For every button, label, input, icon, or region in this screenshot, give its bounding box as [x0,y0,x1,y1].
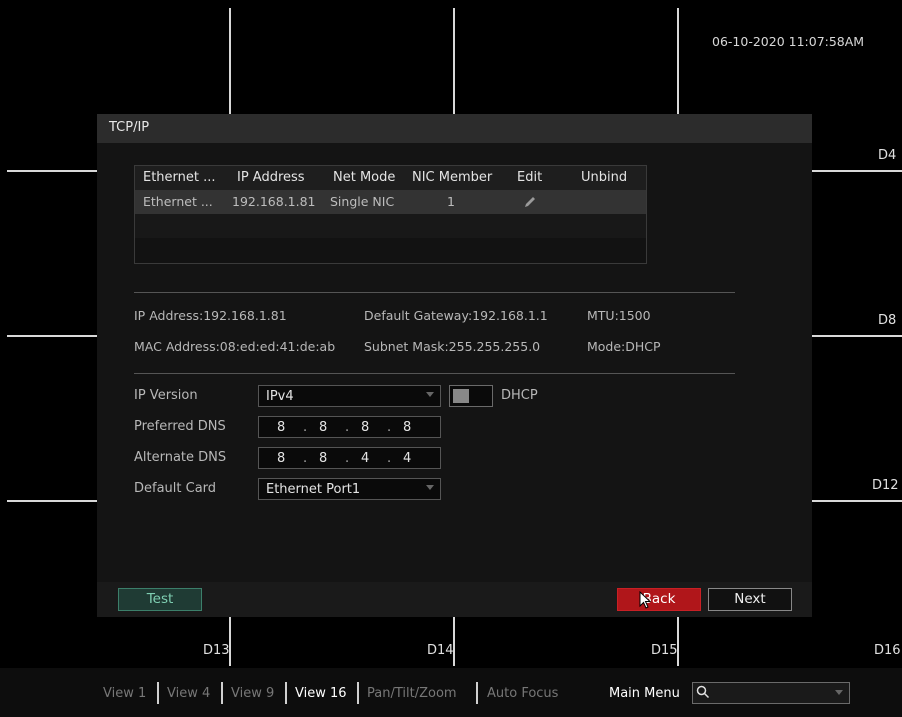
timestamp: 06-10-2020 11:07:58AM [712,34,865,49]
col-header-net-mode[interactable]: Net Mode [333,170,395,185]
ip-dot: . [303,451,308,466]
divider [134,292,735,293]
ip-version-select[interactable]: IPv4 [258,385,441,407]
next-button[interactable]: Next [708,588,792,611]
info-mac-address: MAC Address:08:ed:ed:41:de:ab [134,339,336,354]
ip-octet: 8 [361,420,370,435]
test-button[interactable]: Test [118,588,202,611]
toolbar-separator [357,682,359,704]
chevron-down-icon [426,392,434,397]
view-16-button[interactable]: View 16 [295,686,347,701]
dialog-title-bar: TCP/IP [97,114,812,143]
channel-label-d8: D8 [878,313,897,328]
back-button[interactable]: Back [617,588,701,611]
col-header-ethernet[interactable]: Ethernet ... [143,170,216,185]
default-card-value: Ethernet Port1 [266,482,361,497]
toolbar-separator [476,682,478,704]
ip-dot: . [387,451,392,466]
view-4-button[interactable]: View 4 [167,686,210,701]
info-default-gateway: Default Gateway:192.168.1.1 [364,308,548,323]
ip-dot: . [345,451,350,466]
pencil-icon[interactable] [523,195,537,212]
col-header-nic-member[interactable]: NIC Member [412,170,492,185]
alternate-dns-label: Alternate DNS [134,450,227,465]
cell-nic-member: 1 [447,194,455,209]
tcpip-dialog: TCP/IP Ethernet ... IP Address Net Mode … [97,114,812,617]
dhcp-label: DHCP [501,388,538,403]
col-header-edit: Edit [517,170,543,185]
channel-label-d16: D16 [874,643,901,658]
ip-dot: . [387,420,392,435]
ip-version-value: IPv4 [266,389,294,404]
ip-octet: 8 [319,420,328,435]
toolbar-separator [221,682,223,704]
table-row-empty [135,214,646,238]
chevron-down-icon [835,690,843,695]
dhcp-toggle[interactable] [449,385,493,407]
chevron-down-icon [426,485,434,490]
preferred-dns-label: Preferred DNS [134,419,226,434]
table-header: Ethernet ... IP Address Net Mode NIC Mem… [135,166,646,190]
cell-ethernet: Ethernet ... [143,194,213,209]
ip-octet: 8 [277,420,286,435]
main-menu-button[interactable]: Main Menu [609,686,680,701]
nic-table: Ethernet ... IP Address Net Mode NIC Mem… [134,165,647,264]
cell-net-mode: Single NIC [330,194,395,209]
channel-label-d14: D14 [427,643,454,658]
ip-dot: . [345,420,350,435]
toolbar-separator [157,682,159,704]
default-card-select[interactable]: Ethernet Port1 [258,478,441,500]
ip-octet: 8 [403,420,412,435]
preferred-dns-input[interactable]: 8 . 8 . 8 . 8 [258,416,441,438]
channel-label-d4: D4 [878,148,897,163]
mouse-cursor-icon [639,590,652,613]
info-subnet-mask: Subnet Mask:255.255.255.0 [364,339,541,354]
view-1-button[interactable]: View 1 [103,686,146,701]
dialog-title: TCP/IP [109,120,150,135]
toolbar-separator [285,682,287,704]
divider [134,373,735,374]
view-9-button[interactable]: View 9 [231,686,274,701]
col-header-ip-address[interactable]: IP Address [237,170,305,185]
search-input[interactable] [692,682,850,704]
info-ip-address: IP Address:192.168.1.81 [134,308,287,323]
ip-octet: 4 [403,451,412,466]
ip-octet: 8 [319,451,328,466]
ptz-button[interactable]: Pan/Tilt/Zoom [367,686,457,701]
default-card-label: Default Card [134,481,217,496]
ip-version-label: IP Version [134,388,198,403]
toggle-knob [453,389,469,403]
col-header-unbind: Unbind [581,170,628,185]
ip-dot: . [303,420,308,435]
search-icon [696,685,710,703]
ip-octet: 8 [277,451,286,466]
info-mtu: MTU:1500 [587,308,651,323]
channel-label-d13: D13 [203,643,230,658]
channel-label-d12: D12 [872,478,899,493]
info-mode: Mode:DHCP [587,339,661,354]
bottom-toolbar: View 1 View 4 View 9 View 16 Pan/Tilt/Zo… [0,668,902,717]
auto-focus-button[interactable]: Auto Focus [487,686,558,701]
alternate-dns-input[interactable]: 8 . 8 . 4 . 4 [258,447,441,469]
cell-ip-address: 192.168.1.81 [232,194,316,209]
ip-octet: 4 [361,451,370,466]
channel-label-d15: D15 [651,643,678,658]
dialog-footer: Test Back Next [97,582,812,617]
